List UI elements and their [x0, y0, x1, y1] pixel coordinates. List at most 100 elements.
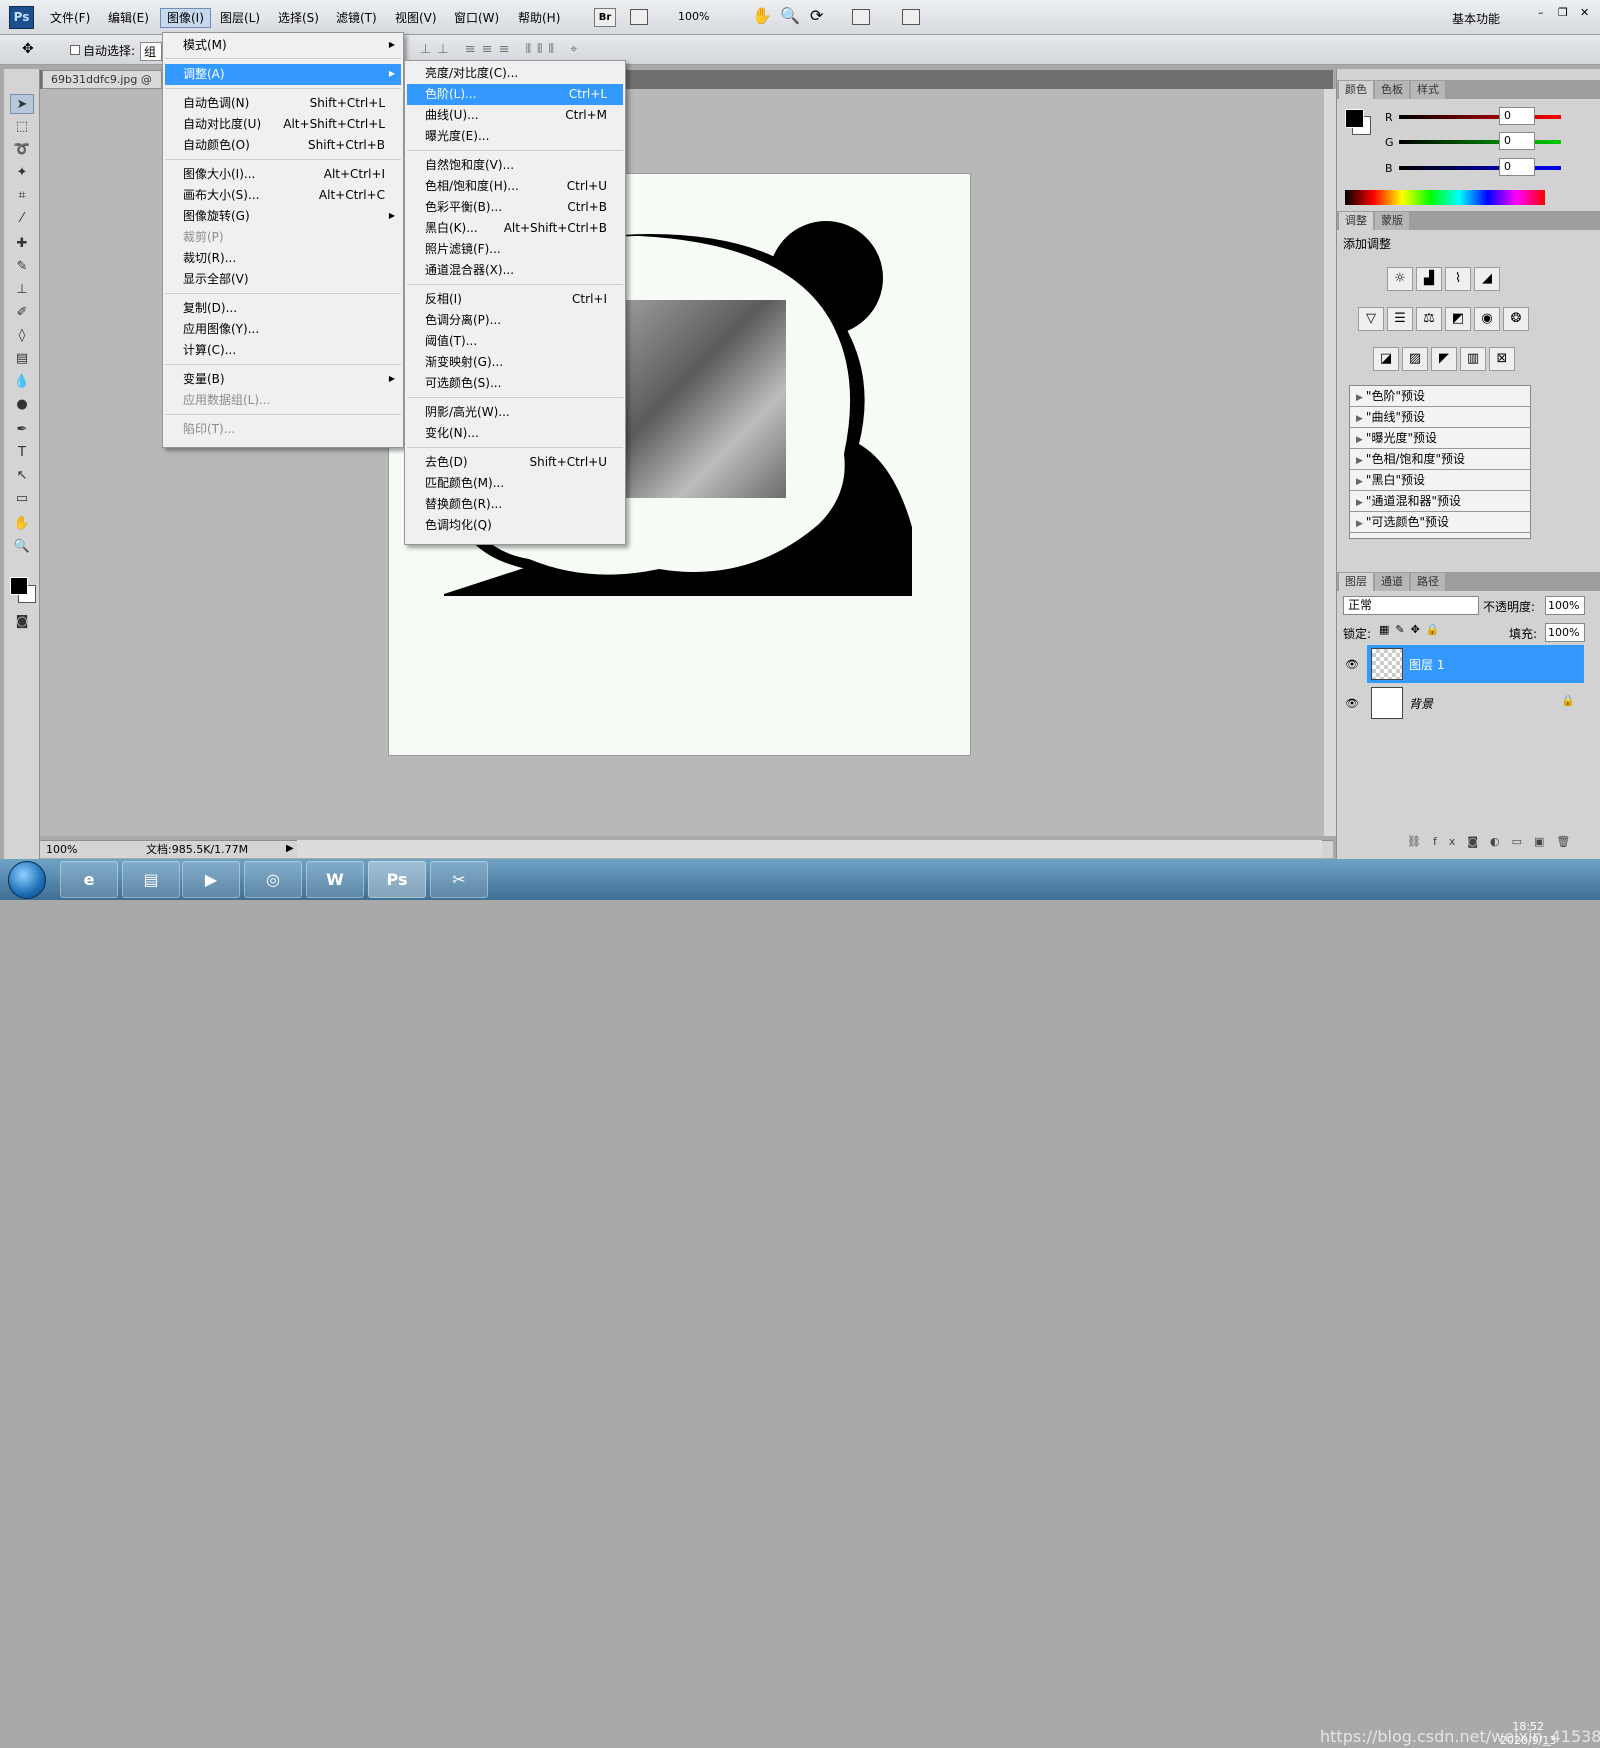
gradient-map-icon[interactable]: ▥: [1460, 347, 1486, 371]
menu-item-auto-color[interactable]: 自动颜色(O) Shift+Ctrl+B: [165, 135, 401, 156]
zoom-tool-icon[interactable]: 🔍: [10, 537, 34, 557]
black-white-icon[interactable]: ◩: [1445, 307, 1471, 331]
brightness-contrast-icon[interactable]: ☼: [1387, 267, 1413, 291]
submenu-item-hue-saturation[interactable]: 色相/饱和度(H)... Ctrl+U: [407, 176, 623, 197]
posterize-icon[interactable]: ▨: [1402, 347, 1428, 371]
submenu-item-gradient-map[interactable]: 渐变映射(G)...: [407, 352, 623, 373]
taskbar-word-icon[interactable]: W: [306, 861, 364, 898]
bridge-button[interactable]: Br: [594, 8, 616, 27]
channel-r-value[interactable]: 0: [1499, 107, 1535, 125]
vertical-scrollbar[interactable]: [1324, 89, 1336, 836]
menu-item-adjustments[interactable]: 调整(A) ▶: [165, 64, 401, 85]
layer-visibility-eye-icon[interactable]: 👁: [1345, 658, 1359, 671]
channel-b-value[interactable]: 0: [1499, 158, 1535, 176]
menu-window[interactable]: 窗口(W): [448, 9, 505, 29]
submenu-item-variations[interactable]: 变化(N)...: [407, 423, 623, 444]
workspace-switcher[interactable]: 基本功能: [1452, 10, 1500, 27]
rotate-view-icon[interactable]: ⟳: [810, 6, 823, 25]
minimize-button[interactable]: –: [1538, 6, 1544, 19]
move-tool-icon[interactable]: ✥: [22, 41, 34, 57]
channel-r-slider[interactable]: [1399, 115, 1561, 119]
levels-icon[interactable]: ▟: [1416, 267, 1442, 291]
eyedropper-tool-icon[interactable]: ⁄: [10, 209, 34, 229]
horizontal-scrollbar[interactable]: [297, 840, 1322, 858]
healing-brush-tool-icon[interactable]: ✚: [10, 234, 34, 254]
tab-adjustments[interactable]: 调整: [1339, 212, 1373, 230]
tab-color[interactable]: 颜色: [1339, 81, 1373, 99]
taskbar-snipping-tool-icon[interactable]: ✂: [430, 861, 488, 898]
menu-edit[interactable]: 编辑(E): [102, 9, 155, 29]
submenu-item-shadows-highlights[interactable]: 阴影/高光(W)...: [407, 402, 623, 423]
menu-item-canvas-size[interactable]: 画布大小(S)... Alt+Ctrl+C: [165, 185, 401, 206]
submenu-item-channel-mixer[interactable]: 通道混合器(X)...: [407, 260, 623, 281]
menu-view[interactable]: 视图(V): [389, 9, 443, 29]
submenu-item-photo-filter[interactable]: 照片滤镜(F)...: [407, 239, 623, 260]
hue-saturation-icon[interactable]: ☰: [1387, 307, 1413, 331]
submenu-item-curves[interactable]: 曲线(U)... Ctrl+M: [407, 105, 623, 126]
submenu-item-threshold[interactable]: 阈值(T)...: [407, 331, 623, 352]
menu-help[interactable]: 帮助(H): [512, 9, 566, 29]
submenu-item-desaturate[interactable]: 去色(D) Shift+Ctrl+U: [407, 452, 623, 473]
menu-item-trim[interactable]: 裁切(R)...: [165, 248, 401, 269]
channel-g-value[interactable]: 0: [1499, 132, 1535, 150]
menu-item-apply-image[interactable]: 应用图像(Y)...: [165, 319, 401, 340]
menu-item-reveal-all[interactable]: 显示全部(V): [165, 269, 401, 290]
menu-item-auto-contrast[interactable]: 自动对比度(U) Alt+Shift+Ctrl+L: [165, 114, 401, 135]
menu-item-image-size[interactable]: 图像大小(I)... Alt+Ctrl+I: [165, 164, 401, 185]
taskbar-photoshop-button[interactable]: Ps: [368, 861, 426, 898]
expand-triangle-icon[interactable]: ▶: [1356, 414, 1363, 424]
submenu-item-vibrance[interactable]: 自然饱和度(V)...: [407, 155, 623, 176]
status-arrow-icon[interactable]: ▶: [286, 841, 294, 857]
expand-triangle-icon[interactable]: ▶: [1356, 519, 1363, 529]
view-extras-icon[interactable]: [630, 9, 648, 25]
preset-levels[interactable]: ▶ "色阶"预设: [1350, 386, 1530, 407]
color-spectrum[interactable]: [1345, 190, 1545, 205]
menu-item-apply-data-set[interactable]: 应用数据组(L)...: [165, 390, 401, 411]
expand-triangle-icon[interactable]: ▶: [1356, 498, 1363, 508]
preset-curves[interactable]: ▶ "曲线"预设: [1350, 407, 1530, 428]
taskbar-browser-icon[interactable]: ◎: [244, 861, 302, 898]
blur-tool-icon[interactable]: 💧: [10, 372, 34, 392]
tab-layers[interactable]: 图层: [1339, 573, 1373, 591]
dodge-tool-icon[interactable]: ●: [10, 395, 34, 415]
taskbar-ie-icon[interactable]: e: [60, 861, 118, 898]
submenu-item-match-color[interactable]: 匹配颜色(M)...: [407, 473, 623, 494]
screen-mode-icon[interactable]: [902, 9, 920, 25]
curves-icon[interactable]: ⌇: [1445, 267, 1471, 291]
taskbar-explorer-icon[interactable]: ▤: [122, 861, 180, 898]
photo-filter-icon[interactable]: ◉: [1474, 307, 1500, 331]
auto-select-dropdown[interactable]: 组: [140, 42, 162, 61]
menu-item-auto-tone[interactable]: 自动色调(N) Shift+Ctrl+L: [165, 93, 401, 114]
submenu-item-invert[interactable]: 反相(I) Ctrl+I: [407, 289, 623, 310]
tab-channels[interactable]: 通道: [1375, 573, 1409, 591]
auto-select-checkbox[interactable]: [70, 45, 80, 55]
menu-filter[interactable]: 滤镜(T): [330, 9, 383, 29]
menu-item-crop[interactable]: 裁剪(P): [165, 227, 401, 248]
shape-tool-icon[interactable]: ▭: [10, 489, 34, 509]
pen-tool-icon[interactable]: ✒: [10, 420, 34, 440]
quick-mask-icon[interactable]: ◙: [10, 612, 34, 632]
gradient-tool-icon[interactable]: ▤: [10, 349, 34, 369]
magic-wand-tool-icon[interactable]: ✦: [10, 163, 34, 183]
menu-item-image-rotation[interactable]: 图像旋转(G) ▶: [165, 206, 401, 227]
taskbar-clock[interactable]: 18:52 2020/9/13: [1500, 1720, 1556, 1748]
layer-row-background[interactable]: 背景 🔒: [1367, 684, 1584, 722]
eraser-tool-icon[interactable]: ◊: [10, 326, 34, 346]
menu-item-calculations[interactable]: 计算(C)...: [165, 340, 401, 361]
submenu-item-color-balance[interactable]: 色彩平衡(B)... Ctrl+B: [407, 197, 623, 218]
menu-image[interactable]: 图像(I): [160, 8, 211, 28]
submenu-item-selective-color[interactable]: 可选颜色(S)...: [407, 373, 623, 394]
channel-b-slider[interactable]: [1399, 166, 1561, 170]
document-tab[interactable]: 69b31ddfc9.jpg @ 1: [42, 70, 162, 103]
foreground-color-swatch[interactable]: [10, 577, 28, 595]
expand-triangle-icon[interactable]: ▶: [1356, 435, 1363, 445]
submenu-item-black-white[interactable]: 黑白(K)... Alt+Shift+Ctrl+B: [407, 218, 623, 239]
expand-triangle-icon[interactable]: ▶: [1356, 393, 1363, 403]
preset-channel-mixer[interactable]: ▶ "通道混和器"预设: [1350, 491, 1530, 512]
tab-masks[interactable]: 蒙版: [1375, 212, 1409, 230]
panel-fg-color[interactable]: [1345, 109, 1364, 128]
lasso-tool-icon[interactable]: ➰: [10, 140, 34, 160]
close-button[interactable]: ✕: [1580, 6, 1589, 19]
tab-swatches[interactable]: 色板: [1375, 81, 1409, 99]
brush-tool-icon[interactable]: ✎: [10, 257, 34, 277]
